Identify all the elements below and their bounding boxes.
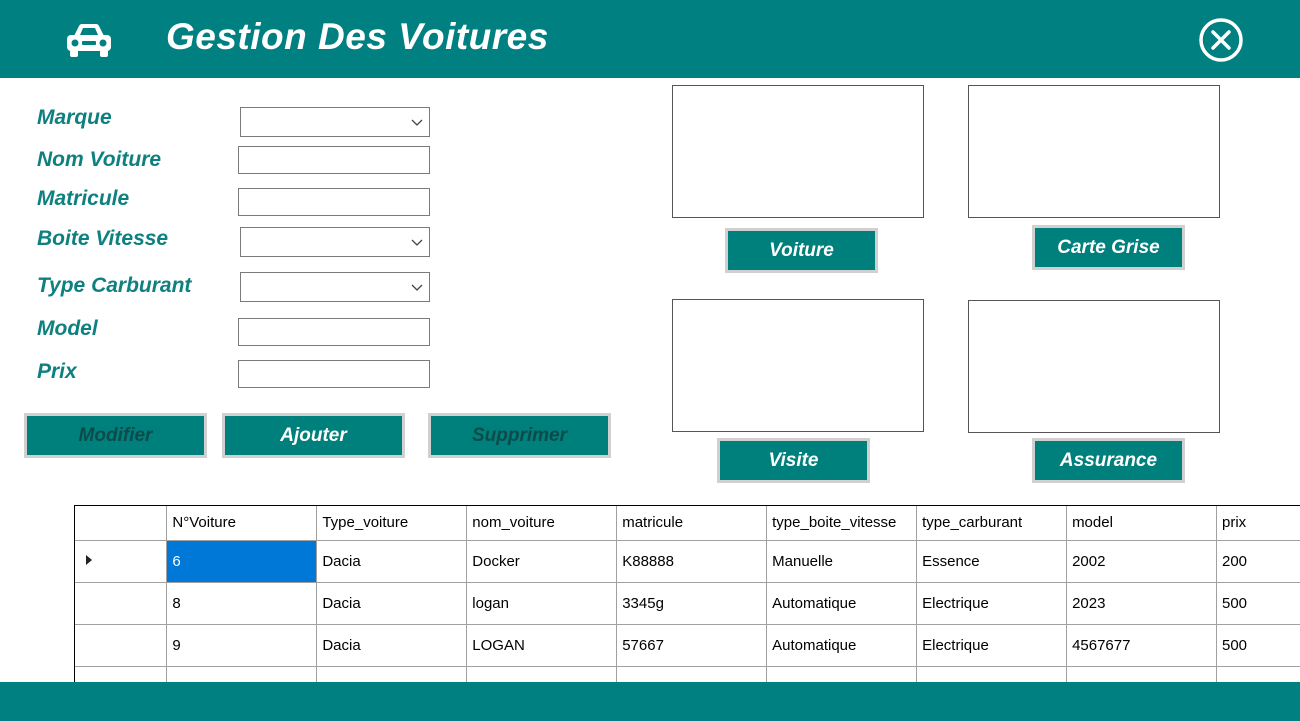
table-cell[interactable]: 200	[1216, 540, 1300, 583]
label-marque: Marque	[37, 106, 112, 129]
assurance-button[interactable]: Assurance	[1032, 438, 1185, 483]
model-field[interactable]	[238, 318, 430, 346]
table-cell[interactable]: Dacia	[316, 624, 468, 667]
cars-data-grid[interactable]: N°Voiture Type_voiture nom_voiture matri…	[74, 505, 1300, 683]
title-bar: Gestion Des Voitures	[0, 0, 1300, 78]
column-header[interactable]: model	[1066, 506, 1217, 541]
column-header[interactable]: N°Voiture	[166, 506, 318, 541]
label-nom-voiture: Nom Voiture	[37, 148, 162, 171]
ajouter-button[interactable]: Ajouter	[222, 413, 405, 458]
row-header[interactable]	[75, 666, 168, 683]
matricule-field[interactable]	[238, 188, 430, 216]
row-pointer-icon	[86, 554, 92, 565]
label-matricule: Matricule	[37, 187, 130, 210]
table-cell[interactable]: LOGAN	[466, 624, 618, 667]
table-cell[interactable]: Dacia	[316, 540, 468, 583]
table-cell[interactable]: Essence	[916, 540, 1068, 583]
label-model: Model	[37, 317, 98, 340]
row-header[interactable]	[75, 540, 168, 583]
carte-grise-button[interactable]: Carte Grise	[1032, 225, 1185, 270]
table-cell[interactable]: Dacia	[316, 582, 468, 625]
page-title: Gestion Des Voitures	[166, 16, 549, 57]
table-cell[interactable]: Automatique	[766, 582, 918, 625]
visite-button[interactable]: Visite	[717, 438, 870, 483]
table-cell[interactable]: Manuelle	[766, 540, 918, 583]
table-cell[interactable]: K88888	[616, 540, 768, 583]
table-cell[interactable]: 500	[1216, 624, 1300, 667]
table-cell[interactable]	[1066, 666, 1217, 683]
prix-field[interactable]	[238, 360, 430, 388]
table-cell[interactable]: 4567677	[1066, 624, 1217, 667]
row-header[interactable]	[75, 582, 168, 625]
modifier-button[interactable]: Modifier	[24, 413, 207, 458]
table-header-row: N°Voiture Type_voiture nom_voiture matri…	[75, 506, 1300, 541]
cars-table: N°Voiture Type_voiture nom_voiture matri…	[75, 506, 1300, 683]
type-carburant-combobox[interactable]	[240, 272, 430, 302]
label-type-carburant: Type Carburant	[37, 274, 192, 297]
column-header[interactable]: type_carburant	[916, 506, 1068, 541]
boite-vitesse-combobox[interactable]	[240, 227, 430, 257]
voiture-button[interactable]: Voiture	[725, 228, 878, 273]
table-cell[interactable]: 8	[166, 582, 318, 625]
table-cell[interactable]: Docker	[466, 540, 618, 583]
car-icon	[67, 24, 111, 57]
column-header[interactable]: prix	[1216, 506, 1300, 541]
marque-combobox[interactable]	[240, 107, 430, 137]
table-cell[interactable]: Automatique	[766, 624, 918, 667]
column-header[interactable]: matricule	[616, 506, 768, 541]
column-header[interactable]: Type_voiture	[316, 506, 468, 541]
table-row[interactable]: 6 Dacia Docker K88888 Manuelle Essence 2…	[75, 540, 1300, 583]
table-cell[interactable]	[766, 666, 918, 683]
table-cell[interactable]	[466, 666, 618, 683]
table-cell[interactable]: 2002	[1066, 540, 1217, 583]
table-cell[interactable]: Electrique	[916, 624, 1068, 667]
visite-picture	[672, 299, 924, 432]
nom-voiture-field[interactable]	[238, 146, 430, 174]
chevron-down-icon	[411, 119, 423, 126]
bottom-bar	[0, 682, 1300, 721]
label-prix: Prix	[37, 360, 77, 383]
table-cell[interactable]	[316, 666, 468, 683]
table-cell[interactable]	[616, 666, 768, 683]
table-row[interactable]: 9 Dacia LOGAN 57667 Automatique Electriq…	[75, 624, 1300, 667]
table-cell[interactable]	[1216, 666, 1300, 683]
table-cell[interactable]	[916, 666, 1068, 683]
carte-grise-picture	[968, 85, 1220, 218]
table-cell[interactable]	[166, 666, 318, 683]
table-row[interactable]: 8 Dacia logan 3345g Automatique Electriq…	[75, 582, 1300, 625]
voiture-picture	[672, 85, 924, 218]
table-cell[interactable]: logan	[466, 582, 618, 625]
chevron-down-icon	[411, 284, 423, 291]
label-boite-vitesse: Boite Vitesse	[37, 227, 169, 250]
column-header[interactable]: type_boite_vitesse	[766, 506, 918, 541]
table-cell[interactable]: 3345g	[616, 582, 768, 625]
row-header[interactable]	[75, 624, 168, 667]
assurance-picture	[968, 300, 1220, 433]
table-cell[interactable]: 57667	[616, 624, 768, 667]
chevron-down-icon	[411, 239, 423, 246]
supprimer-button[interactable]: Supprimer	[428, 413, 611, 458]
close-circle-icon[interactable]	[1197, 16, 1245, 64]
table-row[interactable]	[75, 666, 1300, 683]
table-cell[interactable]: Electrique	[916, 582, 1068, 625]
table-cell[interactable]: 2023	[1066, 582, 1217, 625]
table-cell[interactable]: 6	[166, 540, 318, 583]
column-header[interactable]: nom_voiture	[466, 506, 618, 541]
row-header-corner	[75, 506, 168, 541]
table-cell[interactable]: 9	[166, 624, 318, 667]
table-cell[interactable]: 500	[1216, 582, 1300, 625]
